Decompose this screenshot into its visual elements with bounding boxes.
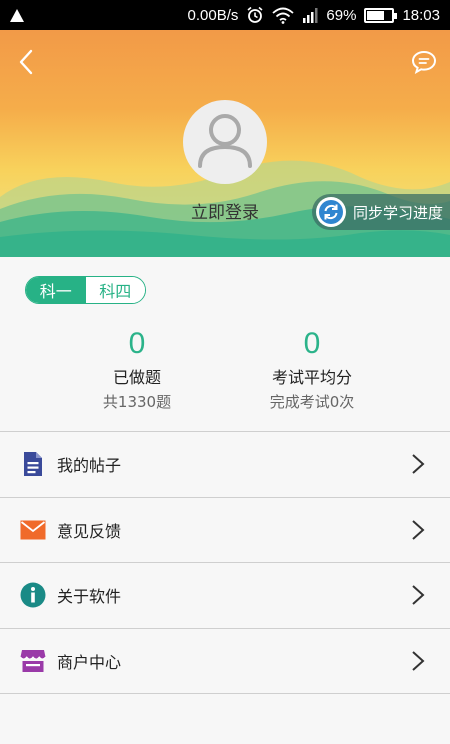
menu-item-about[interactable]: 关于软件 bbox=[0, 563, 450, 629]
menu-label: 商户中心 bbox=[57, 652, 122, 672]
status-bar: 0.00B/s 69% 18:03 bbox=[0, 0, 450, 30]
sync-icon bbox=[316, 197, 346, 227]
network-speed: 0.00B/s bbox=[187, 6, 239, 24]
clock: 18:03 bbox=[402, 6, 440, 24]
done-total: 共1330题 bbox=[102, 393, 172, 411]
menu-item-my-posts[interactable]: 我的帖子 bbox=[0, 432, 450, 498]
subject-switcher: 科一 科四 bbox=[25, 276, 146, 304]
sync-label: 同步学习进度 bbox=[353, 203, 444, 222]
chevron-right-icon bbox=[412, 454, 425, 474]
user-icon bbox=[198, 114, 252, 168]
chevron-left-icon bbox=[19, 49, 33, 75]
back-button[interactable] bbox=[12, 48, 40, 76]
battery-icon bbox=[364, 7, 398, 23]
menu-label: 关于软件 bbox=[57, 587, 122, 607]
chevron-right-icon bbox=[412, 651, 425, 671]
store-icon bbox=[20, 648, 46, 674]
sync-progress-button[interactable]: 同步学习进度 bbox=[312, 194, 450, 230]
profile-header: 立即登录 同步学习进度 bbox=[0, 30, 450, 257]
settings-menu: 我的帖子 意见反馈 关于软件 商户中心 bbox=[0, 431, 450, 694]
avatar[interactable] bbox=[183, 100, 267, 184]
alarm-icon bbox=[247, 6, 263, 23]
battery-percent: 69% bbox=[326, 6, 357, 24]
wifi-icon bbox=[272, 7, 295, 24]
message-icon bbox=[411, 50, 437, 74]
message-button[interactable] bbox=[410, 48, 438, 76]
done-questions-stat[interactable]: 0 已做题 共1330题 bbox=[47, 327, 227, 412]
average-score: 0 bbox=[303, 327, 321, 360]
stats-panel: 科一 科四 0 已做题 共1330题 0 考试平均分 完成考试0次 bbox=[0, 257, 450, 431]
signal-icon bbox=[303, 8, 318, 23]
tab-subject-1[interactable]: 科一 bbox=[26, 277, 86, 303]
average-label: 考试平均分 bbox=[271, 368, 352, 387]
exam-count: 完成考试0次 bbox=[269, 393, 355, 411]
menu-item-feedback[interactable]: 意见反馈 bbox=[0, 497, 450, 563]
done-count: 0 bbox=[128, 327, 146, 360]
menu-item-merchant-center[interactable]: 商户中心 bbox=[0, 628, 450, 694]
document-icon bbox=[20, 451, 46, 477]
mail-icon bbox=[20, 517, 46, 543]
menu-label: 我的帖子 bbox=[57, 456, 122, 476]
chevron-right-icon bbox=[412, 585, 425, 605]
menu-label: 意见反馈 bbox=[57, 521, 122, 541]
done-label: 已做题 bbox=[112, 368, 161, 387]
chevron-right-icon bbox=[412, 520, 425, 540]
warning-icon bbox=[10, 8, 24, 22]
tab-subject-4[interactable]: 科四 bbox=[85, 277, 145, 303]
average-score-stat[interactable]: 0 考试平均分 完成考试0次 bbox=[222, 327, 402, 412]
info-icon bbox=[20, 582, 46, 608]
